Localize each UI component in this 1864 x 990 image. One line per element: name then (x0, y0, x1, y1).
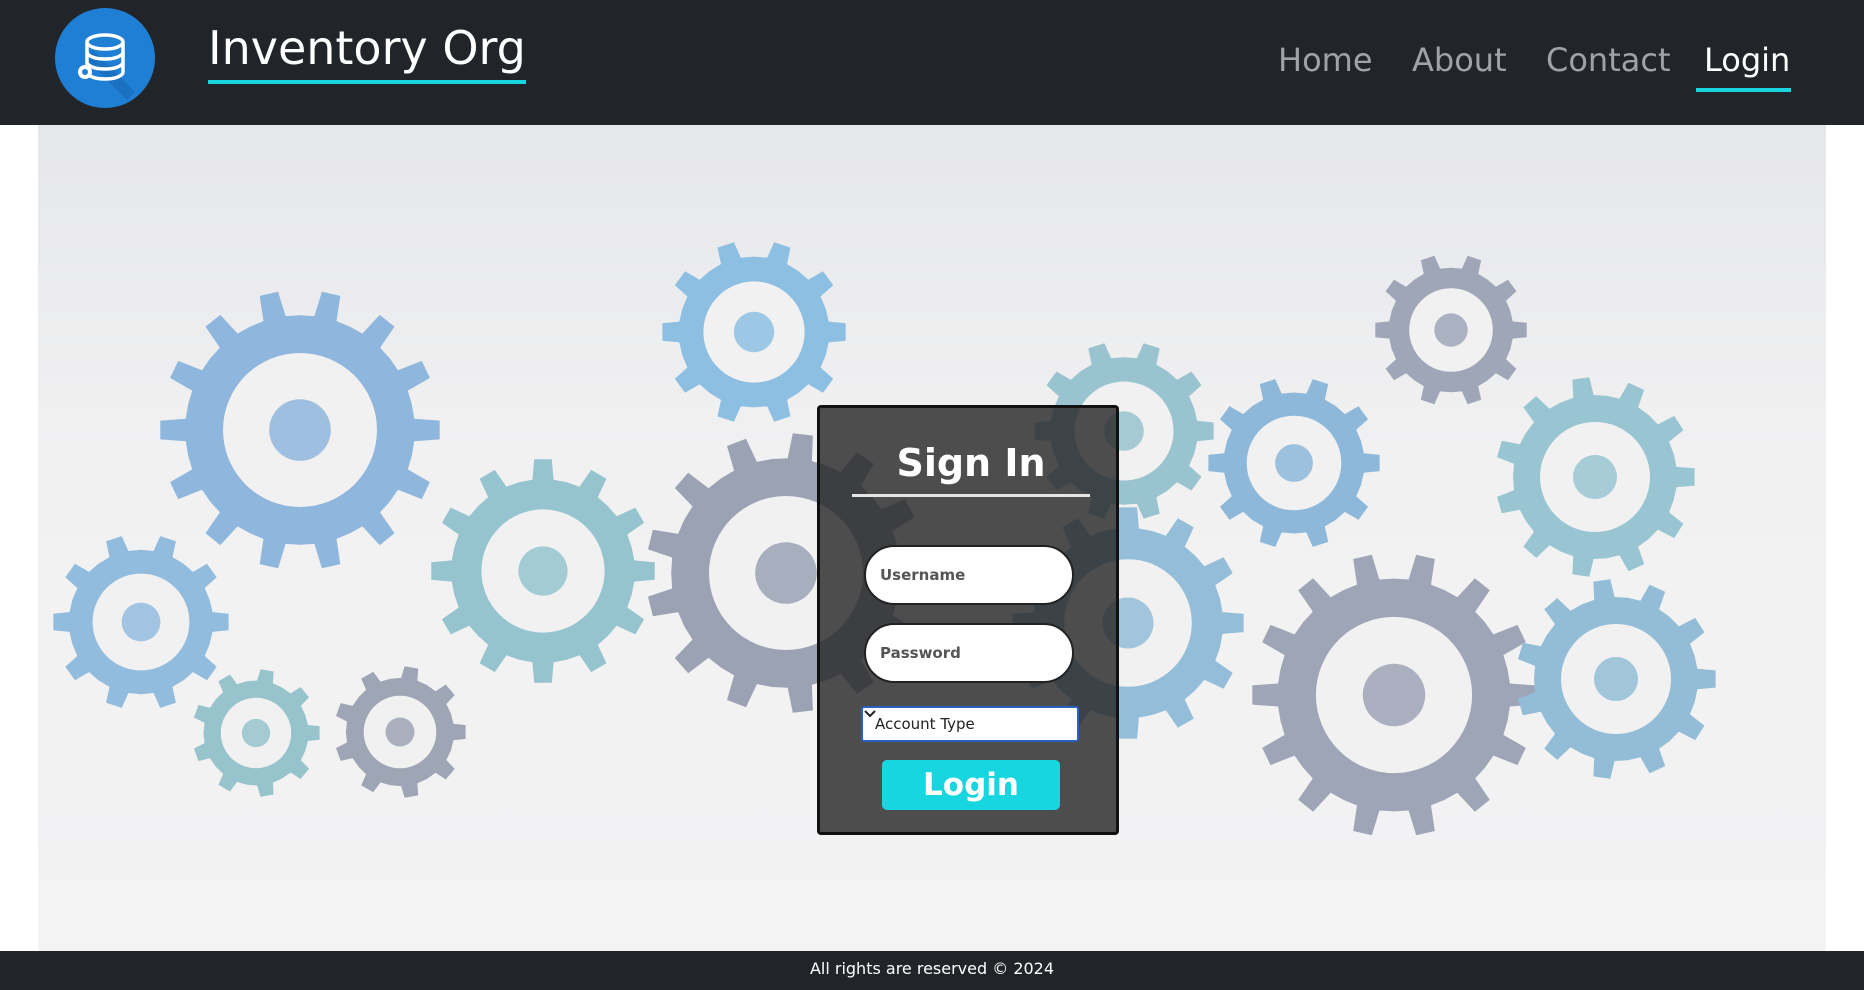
gear-search-icon (193, 669, 320, 797)
signin-panel: Sign In Account Type Login (817, 405, 1119, 835)
chevron-down-icon (864, 710, 876, 718)
gear-chart-icon (1375, 255, 1527, 405)
database-gear-icon (78, 33, 135, 100)
nav-about[interactable]: About (1412, 36, 1507, 84)
footer-text: All rights are reserved © 2024 (809, 959, 1055, 978)
gear-briefcase-icon (1208, 379, 1380, 547)
footer: All rights are reserved © 2024 (0, 951, 1864, 990)
logo[interactable] (55, 8, 155, 108)
hero-background: Sign In Account Type Login (38, 125, 1826, 951)
brand-title[interactable]: Inventory Org (208, 18, 526, 84)
nav-home[interactable]: Home (1278, 36, 1373, 84)
nav-login[interactable]: Login (1704, 36, 1790, 84)
gear-gold-icon (1518, 579, 1716, 779)
top-navbar: Inventory Org Home About Contact Login (0, 0, 1864, 125)
gear-people-icon (1252, 554, 1536, 836)
account-type-select[interactable]: Account Type (861, 706, 1079, 742)
signin-title: Sign In (852, 438, 1090, 497)
password-input[interactable] (864, 623, 1074, 683)
account-type-value: Account Type (875, 715, 975, 733)
login-button[interactable]: Login (882, 760, 1060, 810)
gear-clipboard-icon (1497, 377, 1695, 577)
gear-store-icon (431, 459, 655, 683)
gear-target-icon (160, 291, 440, 569)
nav-active-underline (1696, 88, 1791, 92)
gear-pie-icon (53, 536, 229, 708)
gear-puzzle-icon (336, 666, 466, 798)
username-input[interactable] (864, 545, 1074, 605)
gear-presentation-icon (662, 242, 846, 422)
nav-contact[interactable]: Contact (1546, 36, 1671, 84)
